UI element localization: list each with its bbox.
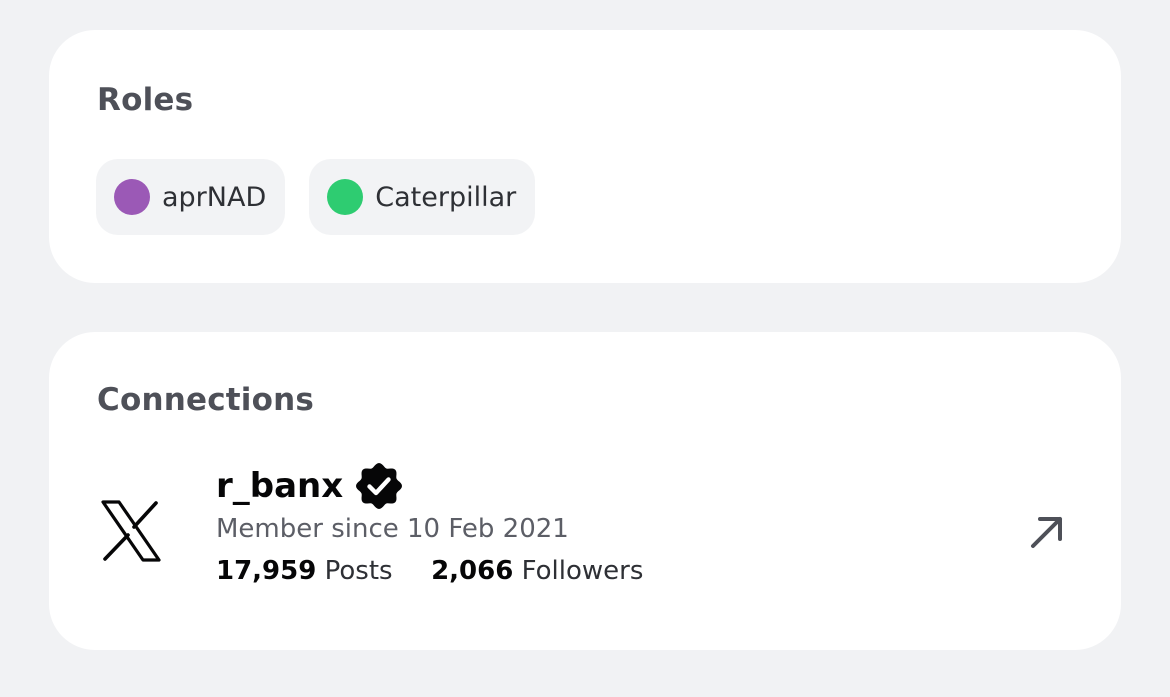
connection-name-row: r_banx [216,463,643,509]
role-pill-caterpillar[interactable]: Caterpillar [309,159,536,235]
role-color-dot [327,179,364,215]
posts-count: 17,959 [216,556,317,586]
followers-count: 2,066 [431,556,514,586]
arrow-up-right-icon[interactable] [1027,512,1067,552]
x-logo-icon [101,500,161,562]
role-pill-aprnad[interactable]: aprNAD [96,159,286,235]
connections-section-title: Connections [97,382,315,418]
verified-badge-icon [356,463,403,509]
member-since-text: Member since 10 Feb 2021 [216,514,569,544]
connection-info: r_banx Member since 10 Feb 2021 17,959 P… [216,463,643,586]
role-list: aprNAD Caterpillar [96,159,536,235]
posts-label: Posts [324,556,393,586]
connection-username: r_banx [216,466,344,506]
connection-stats: 17,959 Posts 2,066 Followers [216,556,643,586]
followers-label: Followers [521,556,644,586]
role-label: Caterpillar [375,181,517,213]
role-label: aprNAD [162,181,267,213]
connections-card: Connections r_banx Member since 10 Feb 2… [49,332,1121,650]
roles-card: Roles aprNAD Caterpillar [49,30,1121,283]
role-color-dot [114,179,150,215]
roles-section-title: Roles [97,82,194,118]
